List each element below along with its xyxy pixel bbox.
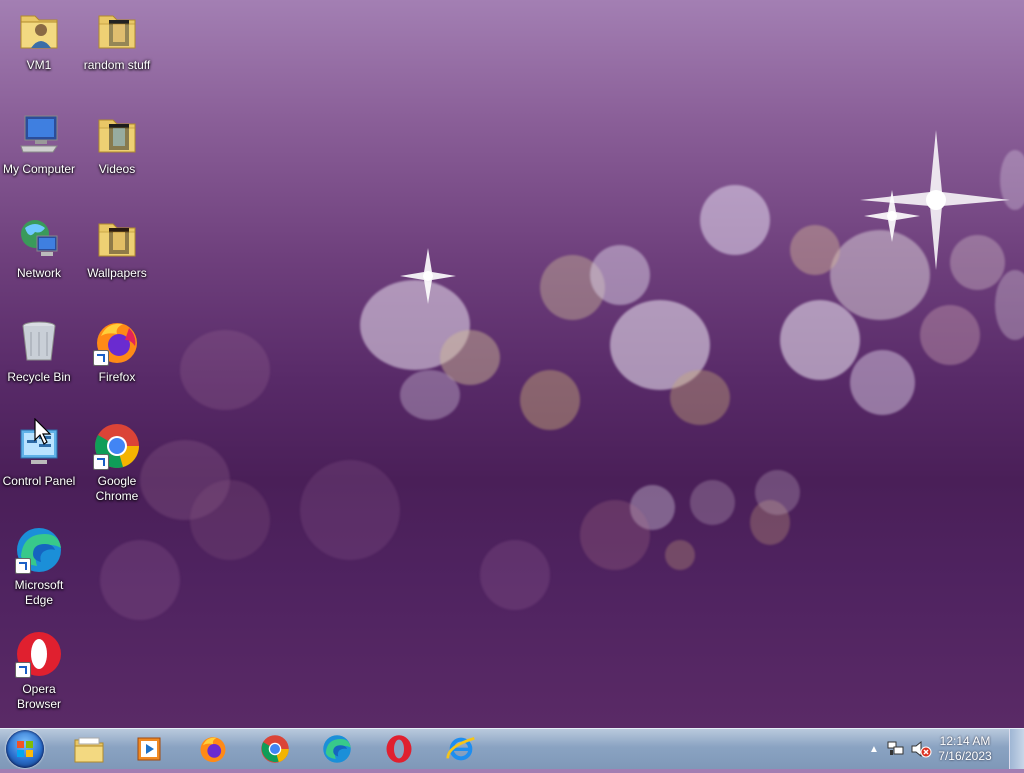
firefox-icon: [93, 318, 141, 366]
taskbar-opera-button[interactable]: [370, 731, 428, 767]
desktop-icon-vm1[interactable]: VM1: [0, 6, 78, 73]
desktop-icon-google-chrome[interactable]: Google Chrome: [78, 422, 156, 504]
desktop-icon-microsoft-edge[interactable]: Microsoft Edge: [0, 526, 78, 608]
clock[interactable]: 12:14 AM 7/16/2023: [930, 734, 1000, 764]
show-desktop-button[interactable]: [1009, 729, 1024, 769]
firefox-icon: [200, 737, 226, 763]
icon-label: random stuff: [83, 58, 151, 72]
system-tray: ▲: [866, 729, 932, 769]
icon-label: Microsoft Edge: [14, 578, 64, 607]
taskbar-internet-explorer-button[interactable]: [432, 731, 490, 767]
media-player-icon: [137, 737, 161, 761]
taskbar-chrome-button[interactable]: [246, 731, 304, 767]
edge-icon: [15, 526, 63, 574]
icon-label: Wallpapers: [87, 266, 147, 280]
desktop-icon-random-stuff[interactable]: random stuff: [78, 6, 156, 73]
opera-icon: [15, 630, 63, 678]
desktop-icon-network[interactable]: Network: [0, 214, 78, 281]
taskbar-file-explorer-button[interactable]: [60, 731, 118, 767]
clock-time: 12:14 AM: [939, 734, 991, 748]
icon-label: Opera Browser: [16, 682, 61, 711]
icon-label: VM1: [26, 58, 52, 72]
start-button[interactable]: [6, 730, 44, 768]
desktop-icon-opera-browser[interactable]: Opera Browser: [0, 630, 78, 712]
folder-icon: [93, 214, 141, 262]
desktop-icon-videos[interactable]: Videos: [78, 110, 156, 177]
desktop-icon-my-computer[interactable]: My Computer: [0, 110, 78, 177]
opera-icon: [386, 735, 412, 763]
icon-label: Network: [16, 266, 61, 280]
icon-label: My Computer: [2, 162, 76, 176]
folder-icon: [93, 110, 141, 158]
network-icon: [15, 214, 63, 262]
desktop-icon-firefox[interactable]: Firefox: [78, 318, 156, 385]
icon-label: Firefox: [98, 370, 136, 384]
desktop[interactable]: VM1 random stuff My Computer Videos Netw…: [0, 0, 1024, 728]
desktop-icon-recycle-bin[interactable]: Recycle Bin: [0, 318, 78, 385]
computer-icon: [15, 110, 63, 158]
icon-label: Videos: [98, 162, 136, 176]
edge-icon: [323, 735, 351, 763]
shortcut-arrow-icon: [93, 350, 109, 366]
taskbar-edge-button[interactable]: [308, 731, 366, 767]
taskbar: ▲ 12:14 AM 7/16/2023: [0, 728, 1024, 769]
mouse-cursor-icon: [34, 418, 52, 445]
icon-label: Recycle Bin: [7, 370, 71, 384]
windows-logo-icon: [17, 741, 33, 757]
network-status-icon[interactable]: [886, 740, 906, 758]
desktop-icon-wallpapers[interactable]: Wallpapers: [78, 214, 156, 281]
show-hidden-icons-button[interactable]: ▲: [866, 744, 882, 755]
folder-icon: [74, 737, 104, 763]
ie-icon: [446, 737, 475, 761]
shortcut-arrow-icon: [15, 558, 31, 574]
recycle-bin-icon: [15, 318, 63, 366]
chrome-icon: [93, 422, 141, 470]
taskbar-media-player-button[interactable]: [120, 731, 178, 767]
shortcut-arrow-icon: [15, 662, 31, 678]
icon-label: Control Panel: [2, 474, 76, 488]
chrome-icon: [261, 735, 289, 763]
taskbar-firefox-button[interactable]: [184, 731, 242, 767]
folder-icon: [93, 6, 141, 54]
volume-muted-icon[interactable]: [910, 740, 932, 758]
user-folder-icon: [15, 6, 63, 54]
clock-date: 7/16/2023: [938, 749, 992, 763]
icon-label: Google Chrome: [95, 474, 139, 503]
shortcut-arrow-icon: [93, 454, 109, 470]
